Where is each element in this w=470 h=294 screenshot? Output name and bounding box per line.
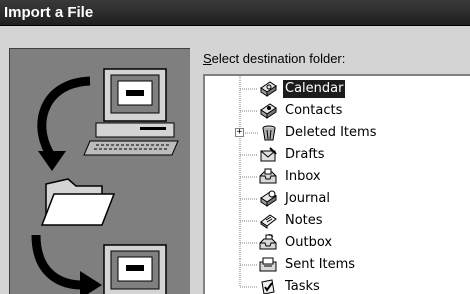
tree-item-label: Sent Items: [285, 257, 356, 272]
tree-item-drafts[interactable]: Drafts: [205, 144, 470, 166]
tree-item-tasks[interactable]: Tasks: [205, 276, 470, 294]
tree-item-label: Journal: [285, 191, 330, 206]
tree-item-sent-items[interactable]: Sent Items: [205, 254, 470, 276]
notes-icon: [260, 214, 277, 229]
outbox-icon: [259, 234, 277, 250]
import-illustration-icon: [31, 68, 179, 294]
tree-item-label: Deleted Items: [285, 125, 377, 140]
sent-items-icon: [259, 257, 277, 272]
tree-item-deleted-items[interactable]: + Deleted Items: [205, 122, 470, 144]
tree-item-label: Notes: [285, 213, 323, 228]
tree-item-calendar[interactable]: Calendar: [205, 78, 470, 100]
folder-tree[interactable]: Calendar Contacts + Deleted Items Drafts: [203, 74, 470, 294]
tasks-icon: [261, 279, 275, 294]
calendar-icon: [260, 81, 277, 97]
inbox-icon: [259, 168, 277, 184]
tree-item-contacts[interactable]: Contacts: [205, 100, 470, 122]
tree-item-label: Contacts: [285, 103, 343, 118]
deleted-items-icon: [262, 125, 276, 141]
tree-item-label: Calendar: [281, 79, 347, 99]
tree-item-notes[interactable]: Notes: [205, 210, 470, 232]
window-title: Import a File: [4, 4, 94, 21]
wizard-illustration: [9, 48, 190, 294]
tree-item-label: Drafts: [285, 147, 325, 162]
tree-item-journal[interactable]: Journal: [205, 188, 470, 210]
contacts-icon: [260, 103, 277, 119]
title-bar: Import a File: [0, 0, 470, 26]
tree-item-label: Tasks: [285, 279, 320, 294]
drafts-icon: [260, 147, 277, 162]
expand-toggle[interactable]: +: [235, 128, 244, 137]
tree-item-inbox[interactable]: Inbox: [205, 166, 470, 188]
journal-icon: [260, 190, 277, 207]
tree-item-label: Inbox: [285, 169, 321, 184]
tree-item-label: Outbox: [285, 235, 333, 250]
tree-item-outbox[interactable]: Outbox: [205, 232, 470, 254]
destination-folder-label: Select destination folder:: [203, 51, 346, 66]
